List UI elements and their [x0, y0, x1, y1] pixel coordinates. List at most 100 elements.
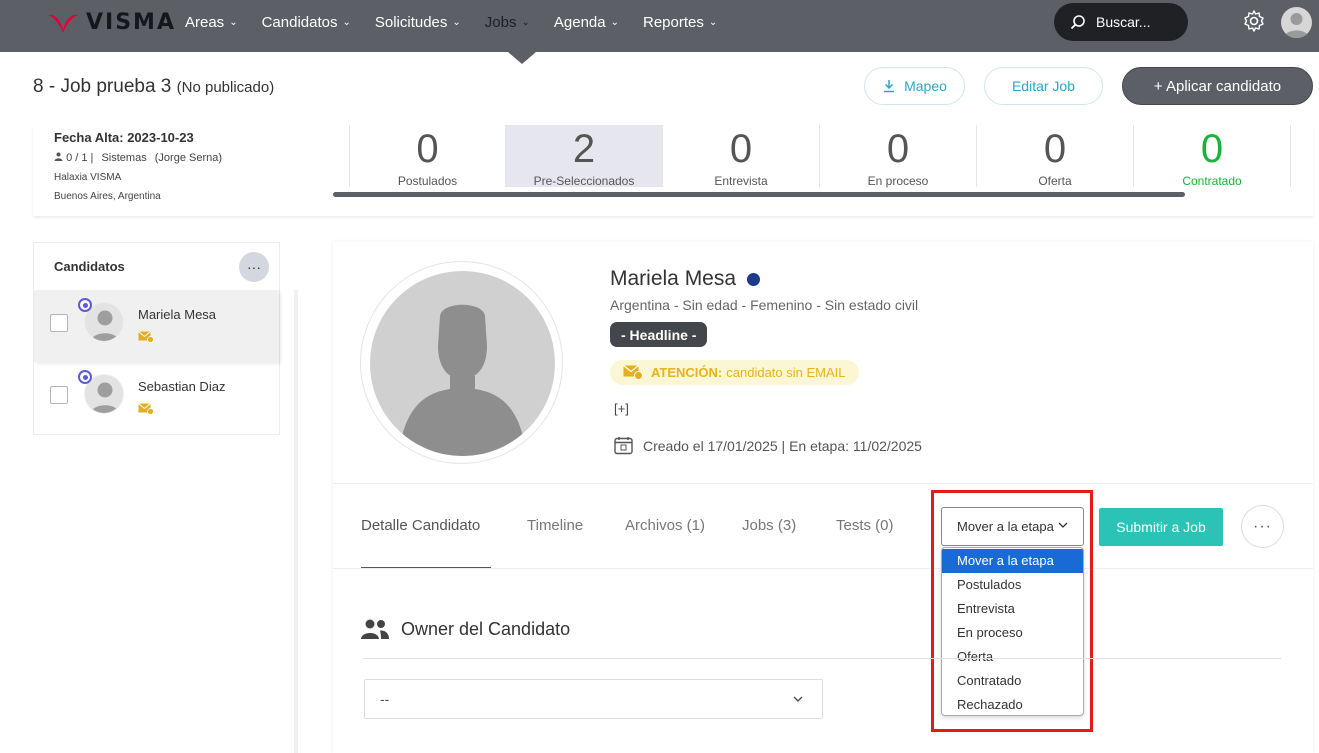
profile-divider — [333, 483, 1313, 484]
attention-text: candidato sin EMAIL — [726, 365, 846, 380]
stage-label: Entrevista — [714, 174, 768, 188]
owner-select[interactable]: -- — [364, 679, 823, 719]
stage-label: Oferta — [1038, 174, 1072, 188]
stage-label: Contratado — [1182, 174, 1242, 188]
tab-jobs[interactable]: Jobs (3) — [742, 517, 796, 534]
download-icon — [884, 80, 895, 93]
editar-job-button[interactable]: Editar Job — [984, 67, 1103, 105]
stage-postulados[interactable]: 0 Postulados — [349, 125, 506, 188]
stage-count: 0 — [886, 127, 910, 171]
mail-warning-icon — [138, 403, 154, 415]
nav-label: Solicitudes — [374, 13, 448, 31]
chevron-down-icon: ⌄ — [610, 16, 619, 28]
expand-link[interactable]: [+] — [614, 401, 629, 416]
main-nav: Areas ⌄ Candidatos ⌄ Solicitudes ⌄ Jobs ⌄ Ag… — [185, 0, 741, 44]
job-meta-line: 0 / 1 | Sistemas (Jorge Serna) — [54, 152, 222, 164]
mail-warning-icon — [623, 365, 643, 380]
vacancy-count: 0 / 1 | — [66, 152, 94, 164]
status-dot-icon — [78, 298, 92, 312]
candidates-panel: Candidatos ··· Mariela Mesa Sebastian Di… — [33, 242, 280, 435]
search-button[interactable]: Buscar... — [1054, 3, 1188, 41]
nav-agenda[interactable]: Agenda ⌄ — [554, 14, 619, 31]
tab-tests[interactable]: Tests (0) — [836, 517, 894, 534]
active-tab-underline — [361, 567, 491, 568]
stage-label: En proceso — [867, 174, 929, 188]
tab-detalle-candidato[interactable]: Detalle Candidato — [361, 517, 480, 534]
stage-oferta[interactable]: 0 Oferta — [977, 125, 1134, 188]
search-label: Buscar... — [1096, 14, 1151, 30]
candidate-checkbox[interactable] — [50, 386, 68, 404]
stage-count: 2 — [572, 127, 596, 171]
candidate-name-heading: Mariela Mesa — [610, 267, 761, 291]
candidate-name: Mariela Mesa — [138, 307, 217, 322]
nav-jobs[interactable]: Jobs ⌄ — [485, 14, 530, 31]
chevron-down-icon: ⌄ — [229, 16, 238, 28]
chevron-down-icon: ⌄ — [708, 16, 718, 28]
candidate-name: Sebastian Diaz — [138, 379, 226, 394]
stages-scrollbar[interactable] — [333, 192, 1185, 197]
owner-title-text: Owner del Candidato — [401, 618, 571, 639]
user-avatar[interactable] — [1281, 7, 1312, 38]
stage-pre-seleccionados[interactable]: 2 Pre-Seleccionados — [506, 125, 663, 188]
status-dot-icon — [747, 272, 761, 286]
nav-label: Areas — [185, 13, 225, 31]
nav-reportes[interactable]: Reportes ⌄ — [643, 14, 717, 31]
job-title: 8 - Job prueba 3 (No publicado) — [33, 76, 274, 98]
settings-gear-icon[interactable] — [1242, 9, 1266, 38]
visma-logo-mark — [48, 14, 78, 33]
fecha-alta: Fecha Alta: 2023-10-23 — [54, 130, 194, 145]
candidate-photo[interactable] — [360, 261, 563, 464]
nav-label: Reportes — [642, 13, 704, 31]
nav-solicitudes[interactable]: Solicitudes ⌄ — [375, 14, 461, 31]
visma-logo[interactable]: VISMA — [46, 10, 176, 35]
nav-label: Candidatos — [261, 13, 338, 31]
panel-divider — [294, 290, 298, 753]
candidate-item[interactable]: Mariela Mesa — [34, 290, 279, 362]
stage-label: Postulados — [397, 174, 458, 188]
job-info-details: Fecha Alta: 2023-10-23 0 / 1 | Sistemas … — [54, 128, 222, 202]
job-area: Sistemas — [101, 152, 147, 164]
job-owner: (Jorge Serna) — [154, 152, 223, 164]
job-location: Buenos Aires, Argentina — [54, 191, 161, 202]
stage-entrevista[interactable]: 0 Entrevista — [663, 125, 820, 188]
job-company: Halaxia VISMA — [54, 172, 122, 183]
stage-count: 0 — [1200, 127, 1224, 171]
candidate-checkbox[interactable] — [50, 314, 68, 332]
nav-label: Agenda — [553, 13, 606, 31]
status-dot-icon — [78, 370, 92, 384]
logo-text: VISMA — [86, 10, 176, 35]
owner-divider — [363, 658, 1281, 659]
chevron-down-icon: ⌄ — [521, 16, 530, 28]
person-silhouette-icon — [370, 271, 555, 456]
candidates-title: Candidatos — [54, 259, 125, 274]
nav-candidatos[interactable]: Candidatos ⌄ — [262, 14, 351, 31]
owner-section-title: Owner del Candidato — [361, 618, 570, 640]
created-text: Creado el 17/01/2025 | En etapa: 11/02/2… — [643, 437, 922, 454]
owner-value: -- — [380, 691, 390, 707]
candidate-item[interactable]: Sebastian Diaz — [34, 363, 279, 435]
aplicar-candidato-button[interactable]: + Aplicar candidato — [1122, 67, 1313, 105]
created-info: Creado el 17/01/2025 | En etapa: 11/02/2… — [614, 436, 922, 455]
highlight-box — [931, 490, 1093, 732]
job-title-text: 8 - Job prueba 3 — [33, 76, 172, 97]
aplicar-candidato-label: + Aplicar candidato — [1153, 77, 1282, 95]
stage-en-proceso[interactable]: 0 En proceso — [820, 125, 977, 188]
stage-contratado[interactable]: 0 Contratado — [1134, 125, 1291, 188]
submitir-job-button[interactable]: Submitir a Job — [1099, 508, 1223, 546]
tab-timeline[interactable]: Timeline — [527, 517, 583, 534]
chevron-down-icon: ⌄ — [342, 16, 351, 28]
stage-count: 0 — [416, 127, 439, 171]
attention-label: ATENCIÓN: — [651, 365, 723, 380]
stage-count: 0 — [1043, 127, 1067, 171]
headline-badge: - Headline - — [610, 322, 708, 347]
top-navbar: VISMA Areas ⌄ Candidatos ⌄ Solicitudes ⌄ Jo… — [0, 0, 1319, 52]
tab-archivos[interactable]: Archivos (1) — [625, 517, 705, 534]
more-options-button[interactable]: ··· — [1241, 505, 1284, 548]
users-icon — [361, 619, 389, 639]
nav-label: Jobs — [484, 13, 517, 31]
candidates-more-button[interactable]: ··· — [239, 252, 269, 282]
nav-areas[interactable]: Areas ⌄ — [185, 14, 238, 31]
mapeo-button[interactable]: Mapeo — [864, 67, 965, 105]
tabs-divider — [333, 568, 1313, 569]
candidate-demographics: Argentina - Sin edad - Femenino - Sin es… — [610, 297, 919, 313]
